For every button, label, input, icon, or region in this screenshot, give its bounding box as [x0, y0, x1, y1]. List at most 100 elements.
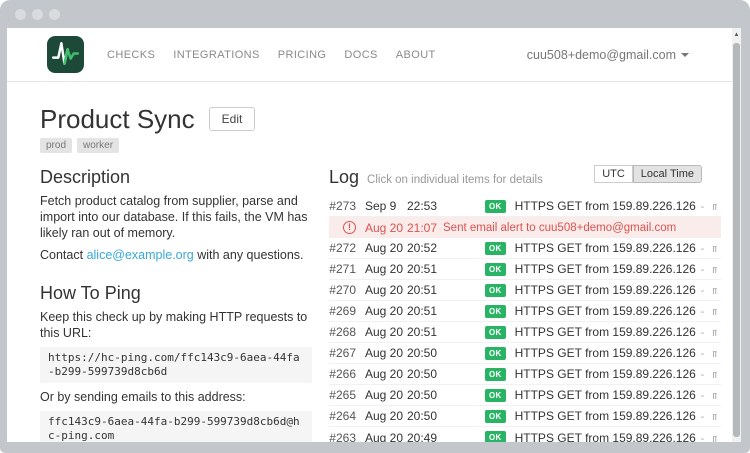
- check-slug: - my-fancy-sy…: [699, 200, 717, 213]
- log-entry-row[interactable]: #264 Aug 20 20:50 OK HTTPS GET from 159.…: [329, 406, 721, 427]
- ping-number: #270: [329, 283, 356, 297]
- nav-link[interactable]: ABOUT: [387, 41, 445, 69]
- ping-date: Aug 20: [365, 409, 407, 423]
- window-control-dot[interactable]: [49, 9, 60, 20]
- tag-list: prod worker: [40, 138, 721, 153]
- http-instruction: Keep this check up by making HTTP reques…: [40, 309, 312, 341]
- alert-detail: Sent email alert to cuu508+demo@gmail.co…: [443, 222, 676, 234]
- ok-badge: OK: [485, 410, 506, 423]
- tag-badge: prod: [40, 138, 72, 153]
- scrollbar-up-arrow-icon[interactable]: ▲: [732, 30, 741, 41]
- ping-date: Aug 20: [365, 221, 407, 235]
- window-control-dot[interactable]: [32, 9, 43, 20]
- nav-link[interactable]: DOCS: [335, 41, 386, 69]
- timezone-button[interactable]: Local Time: [633, 165, 702, 183]
- nav-links: CHECKS INTEGRATIONS PRICING DOCS ABOUT: [98, 41, 445, 69]
- timezone-button[interactable]: UTC: [594, 165, 633, 183]
- ping-number: #272: [329, 241, 356, 255]
- nav-link[interactable]: PRICING: [269, 41, 336, 69]
- log-entry-row[interactable]: #272 Aug 20 20:52 OK HTTPS GET from 159.…: [329, 238, 721, 259]
- tag-badge: worker: [77, 138, 119, 153]
- alert-icon: !: [343, 221, 356, 234]
- ping-number: #267: [329, 346, 356, 360]
- contact-line: Contact alice@example.org with any quest…: [40, 247, 312, 263]
- caret-down-icon: [681, 53, 689, 57]
- ping-date: Aug 20: [365, 431, 407, 443]
- ok-badge: OK: [485, 242, 506, 255]
- healthchecks-logo-icon[interactable]: [47, 36, 84, 73]
- ping-number: #268: [329, 325, 356, 339]
- log-entry-row[interactable]: #270 Aug 20 20:51 OK HTTPS GET from 159.…: [329, 280, 721, 301]
- contact-email-link[interactable]: alice@example.org: [87, 248, 194, 262]
- ping-number: #264: [329, 409, 356, 423]
- description-text: Fetch product catalog from supplier, par…: [40, 193, 312, 241]
- ping-date: Aug 20: [365, 283, 407, 297]
- browser-window: CHECKS INTEGRATIONS PRICING DOCS ABOUT c…: [0, 0, 750, 453]
- email-instruction: Or by sending emails to this address:: [40, 389, 312, 405]
- log-entry-row[interactable]: #263 Aug 20 20:49 OK HTTPS GET from 159.…: [329, 427, 721, 442]
- timezone-toggle: UTC Local Time: [594, 165, 702, 183]
- details-column: Description Fetch product catalog from s…: [40, 167, 312, 442]
- nav-link[interactable]: INTEGRATIONS: [164, 41, 269, 69]
- check-slug: - my-fancy-sy…: [699, 305, 717, 318]
- account-email: cuu508+demo@gmail.com: [527, 48, 676, 62]
- ping-detail: HTTPS GET from 159.89.226.126 - my-fancy…: [515, 346, 717, 360]
- ok-badge: OK: [485, 368, 506, 381]
- ping-time: 20:50: [407, 388, 443, 402]
- ping-number: #269: [329, 304, 356, 318]
- log-entry-row[interactable]: ! Aug 20 21:07 Sent email alert to cuu50…: [329, 217, 721, 238]
- log-subtitle: Click on individual items for details: [367, 174, 543, 186]
- ping-detail: HTTPS GET from 159.89.226.126 - my-fancy…: [515, 199, 717, 213]
- check-slug: - my-fancy-sy…: [699, 347, 717, 360]
- how-to-ping-heading: How To Ping: [40, 283, 312, 303]
- log-entry-row[interactable]: #273 Sep 9 22:53 OK HTTPS GET from 159.8…: [329, 196, 721, 217]
- ok-badge: OK: [485, 263, 506, 276]
- ping-number: #263: [329, 431, 356, 443]
- ping-date: Aug 20: [365, 325, 407, 339]
- ping-time: 20:51: [407, 262, 443, 276]
- ping-email-code: ffc143c9-6aea-44fa-b299-599739d8cb6d@hc-…: [40, 411, 312, 442]
- ping-number: #265: [329, 388, 356, 402]
- ping-number: #273: [329, 199, 356, 213]
- account-menu[interactable]: cuu508+demo@gmail.com: [527, 48, 689, 62]
- ping-detail: HTTPS GET from 159.89.226.126 - my-fancy…: [515, 262, 717, 276]
- navbar: CHECKS INTEGRATIONS PRICING DOCS ABOUT c…: [7, 28, 741, 82]
- log-entry-row[interactable]: #267 Aug 20 20:50 OK HTTPS GET from 159.…: [329, 343, 721, 364]
- log-entries: #273 Sep 9 22:53 OK HTTPS GET from 159.8…: [329, 196, 721, 442]
- ping-time: 20:51: [407, 304, 443, 318]
- log-column: Log Click on individual items for detail…: [329, 167, 721, 442]
- ping-time: 20:51: [407, 283, 443, 297]
- log-entry-row[interactable]: #268 Aug 20 20:51 OK HTTPS GET from 159.…: [329, 322, 721, 343]
- ok-badge: OK: [485, 326, 506, 339]
- log-entry-row[interactable]: #269 Aug 20 20:51 OK HTTPS GET from 159.…: [329, 301, 721, 322]
- ok-badge: OK: [485, 284, 506, 297]
- ping-date: Aug 20: [365, 367, 407, 381]
- check-slug: - my-fancy-sy…: [699, 263, 717, 276]
- ping-date: Aug 20: [365, 388, 407, 402]
- check-slug: - my-fancy-sy…: [699, 410, 717, 423]
- log-entry-row[interactable]: #266 Aug 20 20:50 OK HTTPS GET from 159.…: [329, 364, 721, 385]
- ping-time: 20:50: [407, 409, 443, 423]
- edit-button[interactable]: Edit: [209, 107, 256, 131]
- check-slug: - my-fancy-sy…: [699, 242, 717, 255]
- ping-date: Aug 20: [365, 346, 407, 360]
- ping-url-code: https://hc-ping.com/ffc143c9-6aea-44fa-b…: [40, 347, 312, 383]
- log-entry-row[interactable]: #271 Aug 20 20:51 OK HTTPS GET from 159.…: [329, 259, 721, 280]
- log-entry-row[interactable]: #265 Aug 20 20:50 OK HTTPS GET from 159.…: [329, 385, 721, 406]
- ping-detail: HTTPS GET from 159.89.226.126 - my-fancy…: [515, 241, 717, 255]
- window-control-dot[interactable]: [15, 9, 26, 20]
- ping-date: Aug 20: [365, 241, 407, 255]
- ping-time: 20:50: [407, 346, 443, 360]
- nav-link[interactable]: CHECKS: [98, 41, 164, 69]
- ping-date: Aug 20: [365, 304, 407, 318]
- ping-detail: HTTPS GET from 159.89.226.126 - my-fancy…: [515, 304, 717, 318]
- check-slug: - my-fancy-sy…: [699, 432, 717, 443]
- ok-badge: OK: [485, 305, 506, 318]
- check-slug: - my-fancy-sy…: [699, 389, 717, 402]
- check-slug: - my-fancy-sy…: [699, 284, 717, 297]
- ping-detail: HTTPS GET from 159.89.226.126 - my-fancy…: [515, 325, 717, 339]
- scrollbar-thumb[interactable]: [733, 43, 740, 437]
- ping-time: 20:51: [407, 325, 443, 339]
- scrollbar[interactable]: ▲: [732, 28, 741, 442]
- ok-badge: OK: [485, 389, 506, 402]
